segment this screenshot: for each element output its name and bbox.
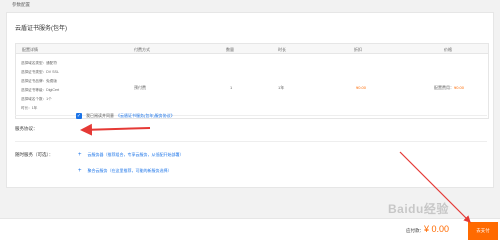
order-table: 配置详情 付费方式 数量 时长 折扣 价格 选择域名类型：通配符 选择证书类型：…: [15, 43, 489, 119]
extra-item-label: 云服务器（推荐组合，专享云服务，从低配开始部署）: [87, 152, 184, 157]
cell-payment: 预付费: [134, 85, 146, 90]
checkout-bar: 应付款： ¥ 0.00 去支付: [0, 218, 500, 242]
detail-domain-count: 选择域名个数：1个: [21, 97, 52, 101]
cell-quantity: 1: [230, 85, 233, 90]
header-config: 配置详情: [22, 47, 38, 52]
header-price: 价格: [444, 47, 452, 52]
agreement-row: ✓ 我已阅读并同意 《云盾证书服务(包年)服务协议》: [76, 112, 175, 120]
cell-discount: ¥0.00: [356, 85, 367, 90]
baidu-watermark: Baidu经验: [388, 202, 449, 216]
extras-label: 随时服务（可选）：: [15, 152, 54, 157]
extra-item-2[interactable]: + 聚合云服务（在这里推荐，可能的新服务选择）: [78, 168, 172, 174]
plus-icon: +: [78, 152, 82, 158]
pay-amount: ¥ 0.00: [424, 224, 450, 234]
agreement-label: 服务协议：: [15, 126, 38, 131]
detail-cert-level: 选择证书等级：DigiCert: [21, 88, 60, 92]
extra-item-label: 聚合云服务（在这里推荐，可能的新服务选择）: [87, 168, 172, 173]
detail-domain-type: 选择域名类型：通配符: [21, 61, 57, 65]
divider: [15, 141, 487, 142]
order-card: 云盾证书服务(包年) 配置详情 付费方式 数量 时长 折扣 价格 选择域名类型：…: [6, 12, 494, 188]
detail-cert-type: 选择证书类型：DV SSL: [21, 70, 59, 74]
agreement-link[interactable]: 《云盾证书服务(包年)服务协议》: [116, 113, 175, 119]
top-section-label: 参数配置: [12, 2, 30, 7]
header-quantity: 数量: [226, 47, 234, 52]
section-title: 云盾证书服务(包年): [15, 26, 67, 32]
agreement-text: 我已阅读并同意: [86, 113, 114, 118]
plus-icon: +: [78, 168, 82, 174]
cell-price: 配置费用：¥0.00: [434, 85, 464, 91]
detail-cert-brand: 选择证书品牌：免费版: [21, 79, 57, 83]
header-discount: 折扣: [354, 47, 362, 52]
price-value: ¥0.00: [454, 85, 465, 90]
price-label: 配置费用：: [434, 85, 454, 90]
table-header: 配置详情 付费方式 数量 时长 折扣 价格: [16, 44, 488, 54]
detail-duration: 时长：1年: [21, 106, 38, 110]
header-payment: 付费方式: [134, 47, 150, 52]
extra-item-1[interactable]: + 云服务器（推荐组合，专享云服务，从低配开始部署）: [78, 152, 184, 158]
header-duration: 时长: [278, 47, 286, 52]
pay-button[interactable]: 去支付: [468, 222, 498, 240]
cell-duration: 1年: [278, 85, 285, 90]
agreement-checkbox[interactable]: ✓: [76, 113, 82, 119]
pay-label: 应付款：: [406, 228, 424, 233]
